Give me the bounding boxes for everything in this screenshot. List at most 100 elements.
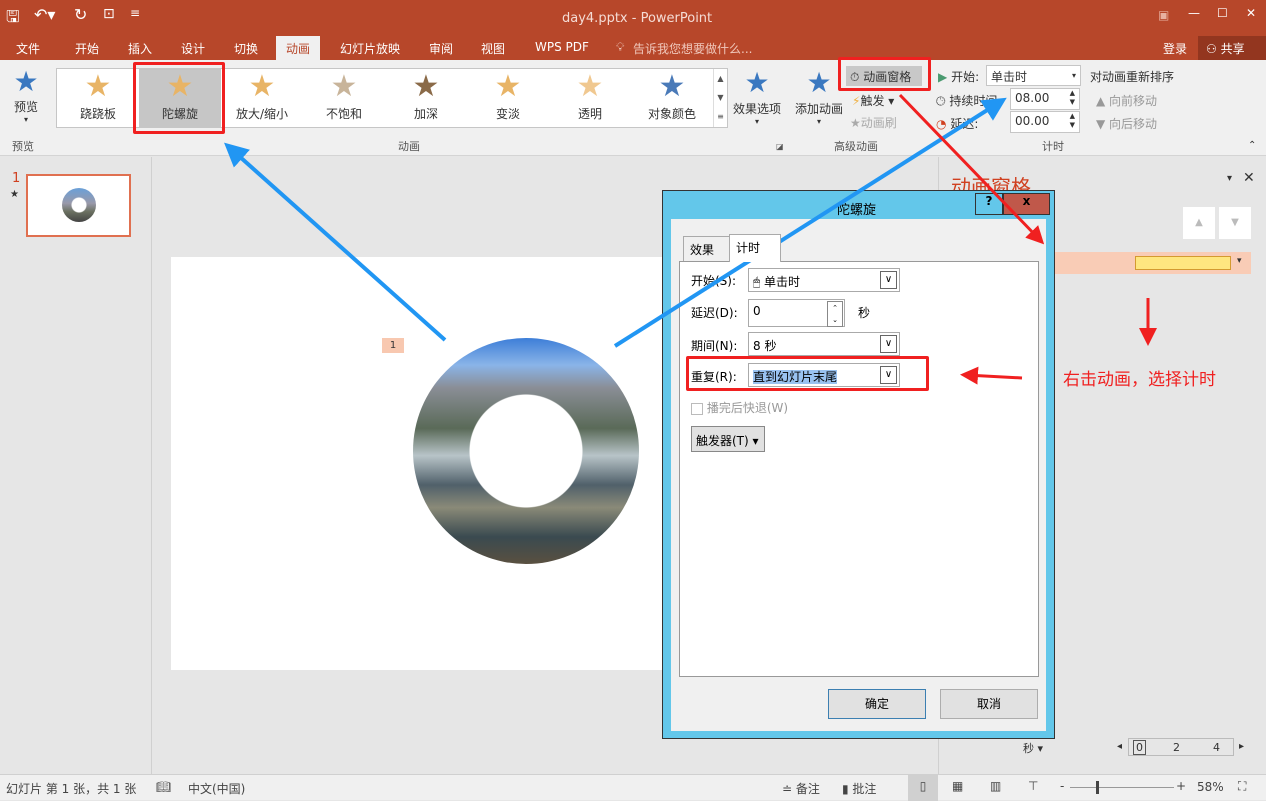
zoom-level[interactable]: 58% bbox=[1197, 780, 1224, 794]
tab-file[interactable]: 文件 bbox=[16, 40, 40, 57]
reorder-label: 对动画重新排序 bbox=[1090, 70, 1175, 84]
donut-picture[interactable] bbox=[413, 338, 639, 564]
start-select[interactable]: 单击时 ▾ bbox=[986, 65, 1081, 86]
dialog-title: 陀螺旋 bbox=[837, 203, 877, 218]
dialog-close-button[interactable]: x bbox=[1003, 193, 1050, 215]
preview-button[interactable]: ★ 预览 ▾ bbox=[6, 65, 46, 125]
slide-number: 1 bbox=[12, 171, 21, 186]
present-icon[interactable]: ⊡ bbox=[103, 6, 115, 22]
fit-to-window-icon[interactable]: ⛶ bbox=[1238, 779, 1246, 794]
delay-unit: 秒 bbox=[858, 306, 871, 320]
redo-icon[interactable]: ↻ bbox=[74, 5, 87, 24]
customize-icon[interactable]: ≡ bbox=[130, 6, 140, 20]
add-animation-button[interactable]: ★ 添加动画 ▾ bbox=[794, 66, 844, 126]
tab-effect[interactable]: 效果 bbox=[683, 236, 730, 262]
tab-insert[interactable]: 插入 bbox=[128, 40, 152, 57]
start-label: 开始(S): bbox=[691, 274, 737, 288]
timeline-left-icon[interactable]: ◂ bbox=[1117, 741, 1122, 752]
tab-transitions[interactable]: 切换 bbox=[234, 40, 258, 57]
move-up-button[interactable]: ▲ bbox=[1183, 207, 1215, 239]
rewind-checkbox[interactable]: 播完后快退(W) bbox=[691, 399, 788, 416]
star-play-icon: ★ bbox=[13, 65, 39, 98]
gallery-scroll[interactable]: ▲ ▼ ≡ bbox=[713, 69, 727, 127]
user-icon: ⚇ bbox=[1206, 42, 1221, 56]
animation-list-item[interactable]: ▾ bbox=[1055, 252, 1251, 274]
collapse-ribbon-icon[interactable]: ⌃ bbox=[1248, 140, 1256, 151]
animation-tag[interactable]: 1 bbox=[382, 338, 404, 353]
normal-view-icon[interactable]: ▯ bbox=[908, 775, 938, 801]
trigger-button[interactable]: 触发器(T) ▾ bbox=[691, 426, 765, 452]
animation-transparency[interactable]: ★ 透明 bbox=[549, 69, 631, 127]
spellcheck-icon[interactable]: 📖︎ bbox=[156, 780, 171, 794]
painter-star-icon: ★ bbox=[850, 116, 861, 130]
slide-canvas: 1 bbox=[171, 257, 663, 670]
dialog-body: 效果 计时 开始(S): 🖱︎ 单击时 ∨ 延迟(D): 0 ⌃ ⌄ 秒 期间(N):… bbox=[671, 219, 1046, 731]
zoom-out-icon[interactable]: - bbox=[1060, 779, 1064, 793]
tab-home[interactable]: 开始 bbox=[75, 40, 99, 57]
seconds-dropdown[interactable]: 秒 ▾ bbox=[1023, 740, 1043, 756]
highlight-box bbox=[686, 356, 929, 391]
start-select[interactable]: 🖱︎ 单击时 ∨ bbox=[748, 268, 900, 292]
duration-label: 🕒︎ 持续时间: bbox=[936, 94, 1002, 108]
tab-view[interactable]: 视图 bbox=[481, 40, 505, 57]
animation-star-icon: ★ bbox=[10, 189, 19, 200]
slide-sorter-icon[interactable]: ▦ bbox=[952, 779, 963, 793]
animation-darken[interactable]: ★ 加深 bbox=[385, 69, 467, 127]
move-earlier-button[interactable]: ▲ 向前移动 bbox=[1096, 92, 1157, 109]
animation-object-color[interactable]: ★ 对象颜色 bbox=[631, 69, 713, 127]
tab-design[interactable]: 设计 bbox=[181, 40, 205, 57]
star-icon: ★ bbox=[330, 69, 358, 104]
effect-options-button[interactable]: ★ 效果选项 ▾ bbox=[732, 66, 782, 126]
animation-grow-shrink[interactable]: ★ 放大/缩小 bbox=[221, 69, 303, 127]
delay-label: 延迟(D): bbox=[691, 306, 738, 320]
zoom-slider-thumb[interactable] bbox=[1096, 781, 1099, 794]
minimize-icon[interactable]: — bbox=[1188, 6, 1200, 20]
tab-timing[interactable]: 计时 bbox=[729, 234, 781, 262]
timeline-right-icon[interactable]: ▸ bbox=[1239, 741, 1244, 752]
tab-review[interactable]: 审阅 bbox=[429, 40, 453, 57]
tab-wps-pdf[interactable]: WPS PDF bbox=[535, 40, 589, 54]
share-button[interactable]: ⚇ 共享 bbox=[1198, 36, 1266, 60]
tell-me-input[interactable]: 告诉我您想要做什么... bbox=[633, 40, 752, 57]
slide-thumbnail[interactable] bbox=[26, 174, 131, 237]
animation-lighten[interactable]: ★ 变淡 bbox=[467, 69, 549, 127]
pane-close-icon[interactable]: ✕ bbox=[1243, 170, 1255, 186]
slideshow-icon[interactable]: ⊤ bbox=[1028, 779, 1038, 793]
comments-button[interactable]: ▮ 批注 bbox=[842, 780, 876, 797]
cancel-button[interactable]: 取消 bbox=[940, 689, 1038, 719]
pane-options-icon[interactable]: ▾ bbox=[1227, 173, 1232, 184]
zoom-slider[interactable] bbox=[1070, 781, 1174, 794]
period-select[interactable]: 8 秒 ∨ bbox=[748, 332, 900, 356]
reading-view-icon[interactable]: ▥ bbox=[990, 779, 1001, 793]
maximize-icon[interactable]: ☐ bbox=[1217, 6, 1228, 20]
slide-count: 幻灯片 第 1 张，共 1 张 bbox=[6, 782, 137, 796]
delay-input[interactable]: 00.00 ▲ ▼ bbox=[1010, 111, 1080, 133]
animation-painter-button[interactable]: ★动画刷 bbox=[850, 114, 897, 131]
notes-button[interactable]: ≐ 备注 bbox=[782, 780, 820, 797]
ok-button[interactable]: 确定 bbox=[828, 689, 926, 719]
undo-icon[interactable]: ↶▾ bbox=[34, 5, 55, 24]
close-icon[interactable]: ✕ bbox=[1246, 6, 1256, 20]
highlight-box bbox=[838, 57, 931, 91]
help-button[interactable]: ? bbox=[975, 193, 1003, 215]
save-icon[interactable]: 🖫 bbox=[6, 6, 20, 33]
move-later-button[interactable]: ▼ 向后移动 bbox=[1096, 115, 1157, 132]
move-down-button[interactable]: ▼ bbox=[1219, 207, 1251, 239]
status-bar: 幻灯片 第 1 张，共 1 张 📖︎ 中文(中国) ≐ 备注 ▮ 批注 ▯ ▦ … bbox=[0, 774, 1266, 801]
period-label: 期间(N): bbox=[691, 339, 738, 353]
language[interactable]: 中文(中国) bbox=[188, 780, 245, 797]
tab-animations[interactable]: 动画 bbox=[276, 36, 321, 60]
item-dropdown-icon[interactable]: ▾ bbox=[1237, 256, 1242, 266]
zoom-in-icon[interactable]: + bbox=[1176, 779, 1186, 793]
trigger-button[interactable]: ⚡触发 ▾ bbox=[852, 92, 894, 109]
dialog-launcher-icon[interactable]: ◪ bbox=[776, 142, 784, 151]
lightbulb-icon: 💡︎ bbox=[616, 40, 625, 54]
ribbon-display-icon[interactable]: ▣ bbox=[1158, 8, 1169, 22]
login-link[interactable]: 登录 bbox=[1163, 40, 1187, 57]
delay-stepper[interactable]: 0 ⌃ ⌄ bbox=[748, 299, 845, 327]
duration-input[interactable]: 08.00 ▲ ▼ bbox=[1010, 88, 1080, 110]
tab-slideshow[interactable]: 幻灯片放映 bbox=[340, 40, 400, 57]
animation-teeter[interactable]: ★ 跷跷板 bbox=[57, 69, 139, 127]
slide-thumbnails: 1 ★ bbox=[0, 157, 152, 774]
animation-desaturate[interactable]: ★ 不饱和 bbox=[303, 69, 385, 127]
